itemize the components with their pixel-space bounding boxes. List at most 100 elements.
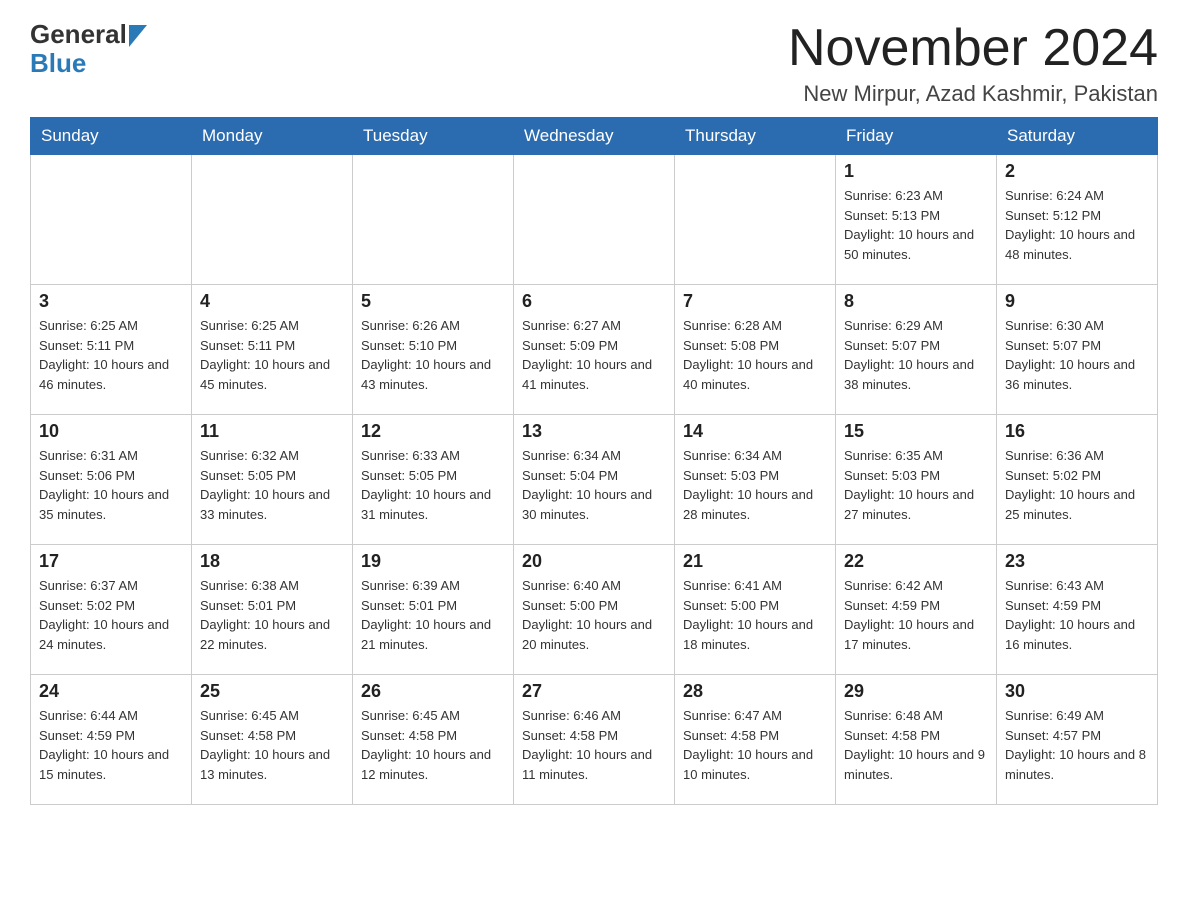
calendar-cell bbox=[353, 155, 514, 285]
day-info: Sunrise: 6:26 AM Sunset: 5:10 PM Dayligh… bbox=[361, 316, 505, 394]
day-number: 4 bbox=[200, 291, 344, 312]
logo-blue-text: Blue bbox=[30, 48, 86, 78]
day-info: Sunrise: 6:23 AM Sunset: 5:13 PM Dayligh… bbox=[844, 186, 988, 264]
calendar-cell: 24Sunrise: 6:44 AM Sunset: 4:59 PM Dayli… bbox=[31, 675, 192, 805]
day-number: 5 bbox=[361, 291, 505, 312]
calendar-week-row: 24Sunrise: 6:44 AM Sunset: 4:59 PM Dayli… bbox=[31, 675, 1158, 805]
calendar-cell: 23Sunrise: 6:43 AM Sunset: 4:59 PM Dayli… bbox=[997, 545, 1158, 675]
day-number: 25 bbox=[200, 681, 344, 702]
weekday-header-friday: Friday bbox=[836, 118, 997, 155]
day-info: Sunrise: 6:25 AM Sunset: 5:11 PM Dayligh… bbox=[39, 316, 183, 394]
day-number: 8 bbox=[844, 291, 988, 312]
day-info: Sunrise: 6:39 AM Sunset: 5:01 PM Dayligh… bbox=[361, 576, 505, 654]
day-info: Sunrise: 6:32 AM Sunset: 5:05 PM Dayligh… bbox=[200, 446, 344, 524]
calendar-cell: 3 Sunrise: 6:25 AM Sunset: 5:11 PM Daylig… bbox=[31, 285, 192, 415]
day-info: Sunrise: 6:38 AM Sunset: 5:01 PM Dayligh… bbox=[200, 576, 344, 654]
day-number: 18 bbox=[200, 551, 344, 572]
calendar-cell: 14 Sunrise: 6:34 AM Sunset: 5:03 PM Dayli… bbox=[675, 415, 836, 545]
calendar-cell: 1 Sunrise: 6:23 AM Sunset: 5:13 PM Daylig… bbox=[836, 155, 997, 285]
day-number: 6 bbox=[522, 291, 666, 312]
day-info: Sunrise: 6:37 AM Sunset: 5:02 PM Dayligh… bbox=[39, 576, 183, 654]
day-number: 1 bbox=[844, 161, 988, 182]
day-number: 15 bbox=[844, 421, 988, 442]
day-info: Sunrise: 6:33 AM Sunset: 5:05 PM Dayligh… bbox=[361, 446, 505, 524]
calendar-cell: 28Sunrise: 6:47 AM Sunset: 4:58 PM Dayli… bbox=[675, 675, 836, 805]
day-number: 12 bbox=[361, 421, 505, 442]
day-number: 13 bbox=[522, 421, 666, 442]
weekday-header-wednesday: Wednesday bbox=[514, 118, 675, 155]
day-number: 20 bbox=[522, 551, 666, 572]
title-section: November 2024 New Mirpur, Azad Kashmir, … bbox=[788, 20, 1158, 107]
day-info: Sunrise: 6:25 AM Sunset: 5:11 PM Dayligh… bbox=[200, 316, 344, 394]
weekday-header-saturday: Saturday bbox=[997, 118, 1158, 155]
day-info: Sunrise: 6:40 AM Sunset: 5:00 PM Dayligh… bbox=[522, 576, 666, 654]
day-info: Sunrise: 6:46 AM Sunset: 4:58 PM Dayligh… bbox=[522, 706, 666, 784]
calendar-table: SundayMondayTuesdayWednesdayThursdayFrid… bbox=[30, 117, 1158, 805]
calendar-cell: 15 Sunrise: 6:35 AM Sunset: 5:03 PM Dayli… bbox=[836, 415, 997, 545]
day-number: 24 bbox=[39, 681, 183, 702]
calendar-cell: 17 Sunrise: 6:37 AM Sunset: 5:02 PM Dayli… bbox=[31, 545, 192, 675]
calendar-cell: 4 Sunrise: 6:25 AM Sunset: 5:11 PM Daylig… bbox=[192, 285, 353, 415]
day-info: Sunrise: 6:42 AM Sunset: 4:59 PM Dayligh… bbox=[844, 576, 988, 654]
day-info: Sunrise: 6:24 AM Sunset: 5:12 PM Dayligh… bbox=[1005, 186, 1149, 264]
calendar-cell: 20 Sunrise: 6:40 AM Sunset: 5:00 PM Dayli… bbox=[514, 545, 675, 675]
day-number: 10 bbox=[39, 421, 183, 442]
calendar-cell: 6Sunrise: 6:27 AM Sunset: 5:09 PM Daylig… bbox=[514, 285, 675, 415]
day-info: Sunrise: 6:35 AM Sunset: 5:03 PM Dayligh… bbox=[844, 446, 988, 524]
weekday-header-row: SundayMondayTuesdayWednesdayThursdayFrid… bbox=[31, 118, 1158, 155]
calendar-cell: 5 Sunrise: 6:26 AM Sunset: 5:10 PM Daylig… bbox=[353, 285, 514, 415]
day-info: Sunrise: 6:34 AM Sunset: 5:03 PM Dayligh… bbox=[683, 446, 827, 524]
day-number: 21 bbox=[683, 551, 827, 572]
day-number: 29 bbox=[844, 681, 988, 702]
logo-triangle-icon bbox=[129, 21, 151, 47]
calendar-cell: 2 Sunrise: 6:24 AM Sunset: 5:12 PM Daylig… bbox=[997, 155, 1158, 285]
weekday-header-tuesday: Tuesday bbox=[353, 118, 514, 155]
day-info: Sunrise: 6:43 AM Sunset: 4:59 PM Dayligh… bbox=[1005, 576, 1149, 654]
calendar-cell: 26 Sunrise: 6:45 AM Sunset: 4:58 PM Dayli… bbox=[353, 675, 514, 805]
day-info: Sunrise: 6:45 AM Sunset: 4:58 PM Dayligh… bbox=[200, 706, 344, 784]
calendar-cell: 13 Sunrise: 6:34 AM Sunset: 5:04 PM Dayli… bbox=[514, 415, 675, 545]
calendar-week-row: 17 Sunrise: 6:37 AM Sunset: 5:02 PM Dayli… bbox=[31, 545, 1158, 675]
weekday-header-sunday: Sunday bbox=[31, 118, 192, 155]
calendar-cell: 11 Sunrise: 6:32 AM Sunset: 5:05 PM Dayli… bbox=[192, 415, 353, 545]
day-number: 19 bbox=[361, 551, 505, 572]
calendar-cell: 8Sunrise: 6:29 AM Sunset: 5:07 PM Daylig… bbox=[836, 285, 997, 415]
day-info: Sunrise: 6:31 AM Sunset: 5:06 PM Dayligh… bbox=[39, 446, 183, 524]
calendar-cell: 19 Sunrise: 6:39 AM Sunset: 5:01 PM Dayli… bbox=[353, 545, 514, 675]
calendar-cell: 29 Sunrise: 6:48 AM Sunset: 4:58 PM Dayli… bbox=[836, 675, 997, 805]
calendar-week-row: 10 Sunrise: 6:31 AM Sunset: 5:06 PM Dayli… bbox=[31, 415, 1158, 545]
calendar-week-row: 1 Sunrise: 6:23 AM Sunset: 5:13 PM Daylig… bbox=[31, 155, 1158, 285]
day-number: 11 bbox=[200, 421, 344, 442]
weekday-header-monday: Monday bbox=[192, 118, 353, 155]
page-header: General Blue November 2024 New Mirpur, A… bbox=[30, 20, 1158, 107]
day-number: 7 bbox=[683, 291, 827, 312]
day-number: 26 bbox=[361, 681, 505, 702]
calendar-cell: 27 Sunrise: 6:46 AM Sunset: 4:58 PM Dayli… bbox=[514, 675, 675, 805]
calendar-cell: 9Sunrise: 6:30 AM Sunset: 5:07 PM Daylig… bbox=[997, 285, 1158, 415]
weekday-header-thursday: Thursday bbox=[675, 118, 836, 155]
day-info: Sunrise: 6:45 AM Sunset: 4:58 PM Dayligh… bbox=[361, 706, 505, 784]
calendar-cell: 12 Sunrise: 6:33 AM Sunset: 5:05 PM Dayli… bbox=[353, 415, 514, 545]
day-number: 16 bbox=[1005, 421, 1149, 442]
day-number: 30 bbox=[1005, 681, 1149, 702]
calendar-cell: 22 Sunrise: 6:42 AM Sunset: 4:59 PM Dayli… bbox=[836, 545, 997, 675]
day-number: 3 bbox=[39, 291, 183, 312]
day-number: 22 bbox=[844, 551, 988, 572]
day-info: Sunrise: 6:30 AM Sunset: 5:07 PM Dayligh… bbox=[1005, 316, 1149, 394]
location-title: New Mirpur, Azad Kashmir, Pakistan bbox=[788, 81, 1158, 107]
calendar-week-row: 3 Sunrise: 6:25 AM Sunset: 5:11 PM Daylig… bbox=[31, 285, 1158, 415]
calendar-cell: 16Sunrise: 6:36 AM Sunset: 5:02 PM Dayli… bbox=[997, 415, 1158, 545]
calendar-cell: 21 Sunrise: 6:41 AM Sunset: 5:00 PM Dayli… bbox=[675, 545, 836, 675]
calendar-cell: 30Sunrise: 6:49 AM Sunset: 4:57 PM Dayli… bbox=[997, 675, 1158, 805]
day-number: 17 bbox=[39, 551, 183, 572]
month-title: November 2024 bbox=[788, 20, 1158, 77]
day-number: 27 bbox=[522, 681, 666, 702]
calendar-cell: 10 Sunrise: 6:31 AM Sunset: 5:06 PM Dayli… bbox=[31, 415, 192, 545]
calendar-cell bbox=[192, 155, 353, 285]
calendar-cell bbox=[514, 155, 675, 285]
day-info: Sunrise: 6:48 AM Sunset: 4:58 PM Dayligh… bbox=[844, 706, 988, 784]
day-info: Sunrise: 6:41 AM Sunset: 5:00 PM Dayligh… bbox=[683, 576, 827, 654]
day-number: 14 bbox=[683, 421, 827, 442]
day-number: 2 bbox=[1005, 161, 1149, 182]
day-info: Sunrise: 6:34 AM Sunset: 5:04 PM Dayligh… bbox=[522, 446, 666, 524]
